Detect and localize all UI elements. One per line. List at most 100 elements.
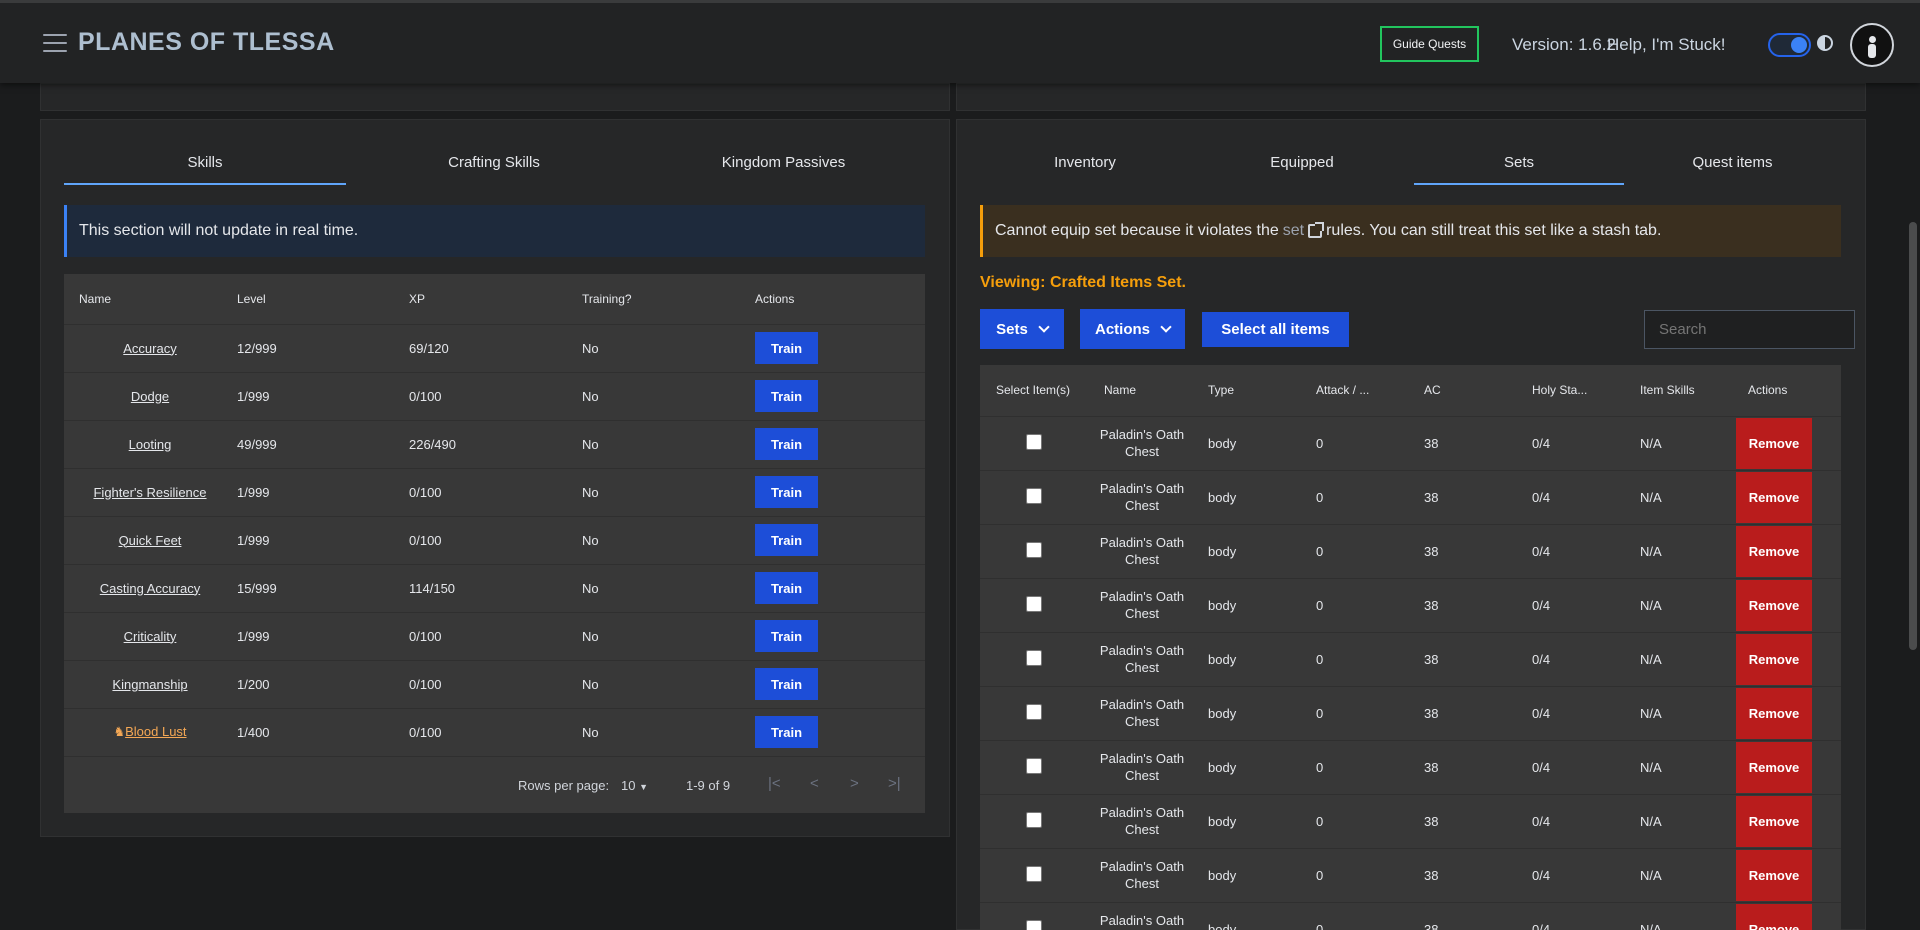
skill-level: 1/400 xyxy=(237,724,270,740)
item-name-link[interactable]: Paladin's Oath Chest xyxy=(1088,524,1196,578)
info-alert: This section will not update in real tim… xyxy=(64,205,925,257)
remove-button[interactable]: Remove xyxy=(1736,849,1812,901)
help-link[interactable]: Help, I'm Stuck! xyxy=(1607,35,1726,55)
dark-mode-toggle[interactable] xyxy=(1768,33,1811,57)
item-skills: N/A xyxy=(1640,813,1662,829)
skill-name-link[interactable]: Kingmanship xyxy=(112,677,187,692)
select-item-checkbox[interactable] xyxy=(1026,433,1042,450)
remove-button[interactable]: Remove xyxy=(1736,525,1812,577)
remove-button[interactable]: Remove xyxy=(1736,417,1812,469)
item-name-link[interactable]: Paladin's Oath Chest xyxy=(1088,416,1196,470)
item-holy: 0/4 xyxy=(1532,489,1551,505)
next-page-icon[interactable]: > xyxy=(850,775,859,792)
select-item-checkbox[interactable] xyxy=(1026,541,1042,558)
tab-sets[interactable]: Sets xyxy=(1414,143,1624,185)
train-button[interactable]: Train xyxy=(755,524,818,556)
last-page-icon[interactable]: >| xyxy=(888,775,901,792)
item-name-link[interactable]: Paladin's Oath Chest xyxy=(1088,578,1196,632)
tab-crafting-skills[interactable]: Crafting Skills xyxy=(346,143,642,185)
brand-title[interactable]: PLANES OF TLESSA xyxy=(78,28,335,57)
train-button[interactable]: Train xyxy=(755,620,818,652)
profile-avatar-button[interactable] xyxy=(1850,23,1894,67)
skill-level: 1/999 xyxy=(237,388,270,404)
item-attack: 0 xyxy=(1316,705,1324,721)
skill-name-link[interactable]: Dodge xyxy=(131,389,169,404)
select-item-checkbox[interactable] xyxy=(1026,757,1042,774)
chevron-down-icon xyxy=(1160,321,1172,333)
first-page-icon[interactable]: |< xyxy=(768,775,781,792)
remove-button[interactable]: Remove xyxy=(1736,903,1812,930)
train-button[interactable]: Train xyxy=(755,428,818,460)
skill-name-link[interactable]: Looting xyxy=(129,437,172,452)
item-skills: N/A xyxy=(1640,921,1662,930)
select-item-checkbox[interactable] xyxy=(1026,487,1042,504)
select-item-checkbox[interactable] xyxy=(1026,919,1042,930)
skill-name-link[interactable]: Criticality xyxy=(124,629,177,644)
skill-training: No xyxy=(582,580,599,596)
skill-name-link[interactable]: Quick Feet xyxy=(119,533,182,548)
select-all-items-button[interactable]: Select all items xyxy=(1202,312,1349,347)
train-button[interactable]: Train xyxy=(755,476,818,508)
col-holy: Holy Sta... xyxy=(1532,383,1588,398)
skill-name-link[interactable]: Blood Lust xyxy=(125,724,186,739)
skill-xp: 0/100 xyxy=(409,724,442,740)
tab-quest-items[interactable]: Quest items xyxy=(1624,143,1841,185)
actions-dropdown-button[interactable]: Actions xyxy=(1080,309,1185,349)
item-name-link[interactable]: Paladin's Oath Chest xyxy=(1088,848,1196,902)
item-name-link[interactable]: Paladin's Oath Chest xyxy=(1088,794,1196,848)
skill-name-link[interactable]: Casting Accuracy xyxy=(100,581,200,596)
version-link[interactable]: Version: 1.6.2 xyxy=(1512,35,1616,55)
tab-skills[interactable]: Skills xyxy=(64,143,346,185)
train-button[interactable]: Train xyxy=(755,668,818,700)
rows-per-page-select[interactable]: 10 ▼ xyxy=(621,778,648,793)
item-name-link[interactable]: Paladin's Oath Chest xyxy=(1088,470,1196,524)
skill-name-link[interactable]: Fighter's Resilience xyxy=(93,485,206,500)
guide-quests-button[interactable]: Guide Quests xyxy=(1380,26,1479,62)
item-attack: 0 xyxy=(1316,867,1324,883)
skill-level: 49/999 xyxy=(237,436,277,452)
skill-name-link[interactable]: Accuracy xyxy=(123,341,176,356)
select-item-checkbox[interactable] xyxy=(1026,811,1042,828)
remove-button[interactable]: Remove xyxy=(1736,795,1812,847)
select-item-checkbox[interactable] xyxy=(1026,595,1042,612)
train-button[interactable]: Train xyxy=(755,716,818,748)
external-link-icon[interactable] xyxy=(1308,222,1325,238)
skill-level: 1/999 xyxy=(237,628,270,644)
remove-button[interactable]: Remove xyxy=(1736,471,1812,523)
sets-dropdown-button[interactable]: Sets xyxy=(980,309,1064,349)
scrollbar-thumb[interactable] xyxy=(1909,222,1917,650)
col-training: Training? xyxy=(582,291,632,306)
search-input[interactable] xyxy=(1644,310,1855,349)
train-button[interactable]: Train xyxy=(755,380,818,412)
item-name-link[interactable]: Paladin's Oath Chest xyxy=(1088,740,1196,794)
item-name-link[interactable]: Paladin's Oath Chest xyxy=(1088,632,1196,686)
tab-kingdom-passives[interactable]: Kingdom Passives xyxy=(642,143,925,185)
set-rules-link[interactable]: set xyxy=(1283,222,1304,240)
remove-button[interactable]: Remove xyxy=(1736,741,1812,793)
top-right-panel-partial xyxy=(956,83,1866,111)
select-item-checkbox[interactable] xyxy=(1026,703,1042,720)
item-ac: 38 xyxy=(1424,813,1439,829)
train-button[interactable]: Train xyxy=(755,572,818,604)
item-type: body xyxy=(1208,435,1237,451)
skill-training: No xyxy=(582,484,599,500)
remove-button[interactable]: Remove xyxy=(1736,633,1812,685)
remove-button[interactable]: Remove xyxy=(1736,687,1812,739)
tab-equipped[interactable]: Equipped xyxy=(1190,143,1414,185)
item-name-link[interactable]: Paladin's Oath Chest xyxy=(1088,902,1196,930)
prev-page-icon[interactable]: < xyxy=(810,775,819,792)
warning-alert: Cannot equip set because it violates the… xyxy=(980,205,1841,257)
train-button[interactable]: Train xyxy=(755,332,818,364)
skill-xp: 69/120 xyxy=(409,340,449,356)
remove-button[interactable]: Remove xyxy=(1736,579,1812,631)
item-holy: 0/4 xyxy=(1532,543,1551,559)
select-item-checkbox[interactable] xyxy=(1026,865,1042,882)
rows-per-page-label: Rows per page: xyxy=(518,778,610,793)
select-item-checkbox[interactable] xyxy=(1026,649,1042,666)
skill-xp: 0/100 xyxy=(409,676,442,692)
hamburger-menu-icon[interactable] xyxy=(43,34,67,52)
tab-inventory[interactable]: Inventory xyxy=(980,143,1190,185)
table-row: ♞Blood Lust 1/400 0/100 No Train xyxy=(64,708,925,756)
item-skills: N/A xyxy=(1640,597,1662,613)
item-name-link[interactable]: Paladin's Oath Chest xyxy=(1088,686,1196,740)
